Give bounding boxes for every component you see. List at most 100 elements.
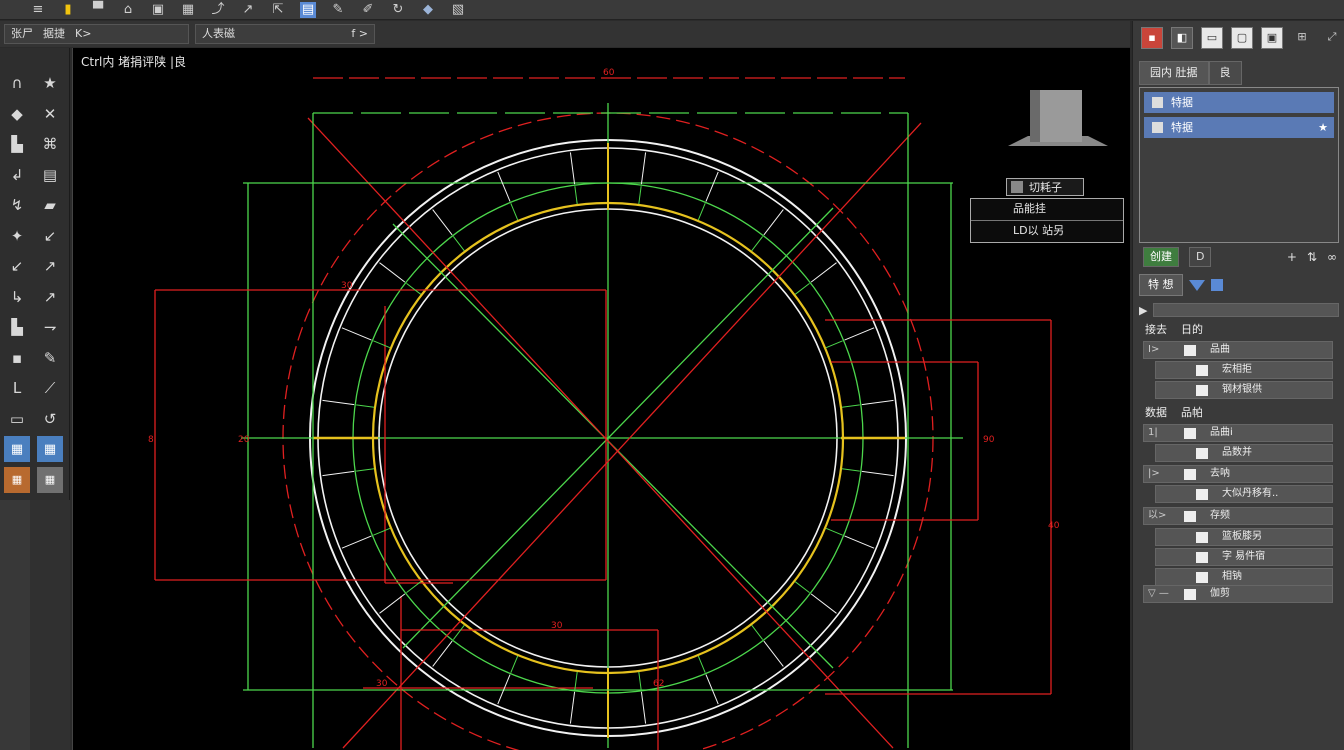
tool-button[interactable]: ↲ [4,162,30,188]
red-square-icon[interactable]: ▪ [1141,27,1163,49]
pen-icon[interactable]: ✎ [330,2,346,18]
style-combo-label: 张尸 [11,27,33,40]
window-icon[interactable]: ▭ [1201,27,1223,49]
plus-icon[interactable]: + [1287,250,1297,264]
tab-properties[interactable]: 特 想 [1139,274,1183,296]
tool-button[interactable]: ▪ [4,345,30,371]
pointer-icon[interactable]: ⤴ [210,2,226,18]
tool-button[interactable]: ⇁ [37,314,63,340]
tool-button[interactable]: ✦ [4,223,30,249]
tool-button[interactable]: ↗ [37,253,63,279]
tool-button[interactable]: ◆ [4,101,30,127]
tool-button[interactable]: ⟋ [37,375,63,401]
properties-search[interactable]: ▶ [1139,301,1339,319]
tool-button[interactable]: ↗ [37,284,63,310]
layer-d-button[interactable]: D [1189,247,1212,267]
tool-button[interactable]: ↺ [37,406,63,432]
ring-tick-inner [794,581,810,594]
drawing-canvas[interactable]: 60 30 8 20 90 40 30 30 62 Ctrl内 堵捐评陕 |良 … [72,48,1130,750]
shape-icon[interactable]: ◆ [420,2,436,18]
tool-button[interactable]: ★ [37,70,63,96]
property-swatch-icon [1184,344,1196,356]
palette-icon[interactable]: ▤ [300,1,316,18]
frame-icon[interactable]: ▢ [1231,27,1253,49]
grid-icon[interactable]: ⊞ [1291,27,1313,49]
tool-button[interactable]: L [4,375,30,401]
layer-checkbox-icon[interactable] [1152,97,1163,108]
property-row[interactable]: 品数并 [1155,444,1333,462]
pencil-icon[interactable]: ✐ [360,2,376,18]
expand-arrow-icon[interactable]: ▶ [1139,304,1147,317]
tool-button[interactable]: ▙ [4,131,30,157]
arrow-icon[interactable]: ↗ [240,2,256,18]
layer-item[interactable]: 特据 ★ [1144,117,1334,138]
nav-row-1[interactable]: 品能挂 [971,199,1123,221]
tool-button[interactable]: ✎ [37,345,63,371]
tool-button[interactable]: ↯ [4,192,30,218]
create-layer-button[interactable]: 创建 [1143,247,1179,267]
print-icon[interactable]: ⌂ [120,2,136,18]
tool-button[interactable]: ⌘ [37,131,63,157]
open-icon[interactable]: ▣ [150,2,166,18]
nav-box-title[interactable]: 切耗子 [1006,178,1084,196]
property-row[interactable]: 1| 品曲i [1143,424,1333,442]
diagonal-red-b [342,122,922,749]
cube-icon[interactable]: ◧ [1171,27,1193,49]
layer-item[interactable]: 特据 [1144,92,1334,113]
tool-button[interactable]: ↳ [4,284,30,310]
filter-icon[interactable] [1188,279,1205,291]
property-row[interactable]: 篮板膝另 [1155,528,1333,546]
sort-icon[interactable]: ⇅ [1307,250,1317,264]
save-icon[interactable]: ▀ [90,2,106,18]
layer-icon[interactable]: ▦ [180,2,196,18]
property-row[interactable]: I> 品曲 [1143,341,1333,359]
tool-button[interactable]: ▦ [37,436,63,462]
tool-button[interactable]: ▦ [37,466,63,493]
link-icon[interactable]: ∞ [1327,250,1337,264]
property-row[interactable]: |> 去呐 [1143,465,1333,483]
folder-icon[interactable] [1210,279,1223,291]
tool-button[interactable]: ∩ [4,70,30,96]
layer-checkbox-icon[interactable] [1152,122,1163,133]
property-row[interactable]: 钢材银供 [1155,381,1333,399]
frame-alt-icon[interactable]: ▣ [1261,27,1283,49]
refresh-icon[interactable]: ↻ [390,2,406,18]
cursor-icon[interactable]: ⇱ [270,2,286,18]
lock-icon[interactable]: ▮ [60,2,76,18]
property-category[interactable]: 接去 日的 [1145,321,1203,337]
expand-icon[interactable]: ⤢ [1321,27,1343,49]
dim-label-d2: 8 [148,435,154,445]
tab-other[interactable]: 良 [1208,61,1242,85]
tool-button[interactable]: ✕ [37,101,63,127]
menu-icon[interactable]: ≡ [30,2,46,18]
property-row-label: 去呐 [1210,468,1230,479]
property-row-label: 品数并 [1222,447,1252,458]
tab-layers[interactable]: 园内 肚据 [1139,61,1209,85]
properties-search-input[interactable] [1153,303,1339,317]
tool-button[interactable]: ▙ [4,314,30,340]
property-row[interactable]: 宏相拒 [1155,361,1333,379]
layer-list: 特据 特据 ★ [1139,87,1339,243]
nav-row-2[interactable]: LD以 站另 [971,221,1123,243]
tool-button[interactable]: ▦ [4,436,30,462]
style-combo[interactable]: 张尸 据捷 K> [4,24,189,44]
property-row[interactable]: 大似丹移有.. [1155,485,1333,503]
tool-button[interactable]: ↙ [37,223,63,249]
tool-button[interactable]: ▦ [4,466,30,493]
property-row[interactable]: 字 易件宿 [1155,548,1333,566]
ring-tick-inner [638,186,642,205]
property-row[interactable]: 相钠 [1155,568,1333,586]
tool-button[interactable]: ↙ [4,253,30,279]
gallery-icon[interactable]: ▧ [450,2,466,18]
scale-combo[interactable]: 人表磁 f > [195,24,375,44]
ring-tick-inner [510,203,519,221]
tool-button[interactable]: ▤ [37,162,63,188]
tool-button[interactable]: ▭ [4,406,30,432]
property-row[interactable]: ▽ — 伽剪 [1143,585,1333,603]
star-icon[interactable]: ★ [1318,117,1328,138]
tool-button[interactable]: ▰ [37,192,63,218]
cad-drawing[interactable]: 60 30 8 20 90 40 30 30 62 [73,48,1131,750]
property-row[interactable]: 以> 存频 [1143,507,1333,525]
property-category[interactable]: 数据 品帕 [1145,404,1203,420]
view-cube-icon[interactable] [1008,88,1108,148]
